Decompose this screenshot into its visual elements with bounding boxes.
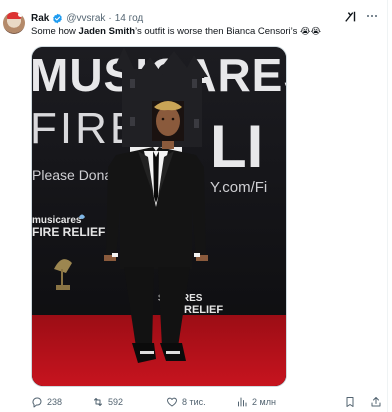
like-icon [167,397,177,407]
post-timestamp[interactable]: 14 год [115,13,144,24]
eye [171,117,175,121]
post-text: Some how Jaden Smith’s outfit is worse t… [31,26,321,38]
post-image[interactable]: MUSICARES FIRE LI Please Donat Y.com/Fi … [31,46,287,387]
like-button[interactable]: 8 тис. [166,396,206,408]
castle-window [192,79,197,88]
logo-relief-lower: RELIEF [184,304,223,316]
bookmark-icon [346,397,354,407]
neck [162,141,174,149]
backdrop-url: Y.com/Fi [210,179,267,196]
more-dot [367,15,369,17]
grok-icon[interactable] [344,10,358,24]
mentioned-name: Jaden Smith [78,26,136,37]
post-card[interactable]: Rak @vvsrak · 14 год Some how Jaden Smit… [0,0,388,412]
backdrop-donate: Please Donat [32,167,116,183]
bookmark-button[interactable] [344,396,356,408]
repost-button[interactable]: 592 [92,396,123,408]
author-avatar[interactable] [3,12,25,34]
castle-window [130,79,135,88]
post-header: Rak @vvsrak · 14 год [31,10,143,26]
crying-emoji: 😭😭 [299,27,322,37]
castle-window [130,117,135,126]
reply-button[interactable]: 238 [31,396,62,408]
castle-window [194,119,199,128]
author-name[interactable]: Rak [31,13,49,24]
views-count: 2 млн [252,397,276,407]
more-dot [371,15,373,17]
left-shoe-sole [140,351,154,354]
like-count: 8 тис. [182,397,206,407]
action-bar: 238 592 8 тис. 2 млн [31,395,381,409]
more-dot [375,15,377,17]
red-carpet [32,315,286,386]
backdrop-word-right: LI [210,113,263,180]
share-button[interactable] [370,396,382,408]
left-cuff [112,253,118,257]
more-icon[interactable] [364,8,380,24]
reply-icon [32,397,42,408]
right-cuff [194,253,200,257]
post-text-part: ’s outfit is worse then Bianca Censori’s [135,26,300,37]
separator-dot: · [108,12,112,24]
views-button[interactable]: 2 млн [236,396,276,408]
repost-icon [94,398,102,406]
event-photo: MUSICARES FIRE LI Please Donat Y.com/Fi … [32,47,286,386]
right-shoe-sole [166,351,180,354]
share-icon [371,397,381,407]
author-handle[interactable]: @vvsrak [66,13,105,24]
repost-count: 592 [108,397,124,407]
avatar-hat-pom [18,12,23,17]
reply-count: 238 [47,397,63,407]
face [156,106,180,136]
verified-badge-icon [53,13,63,23]
post-text-part: Some how [31,26,79,37]
logo-fire-relief: FIRE RELIEF [32,225,105,239]
eye [161,117,165,121]
views-icon [238,397,247,407]
